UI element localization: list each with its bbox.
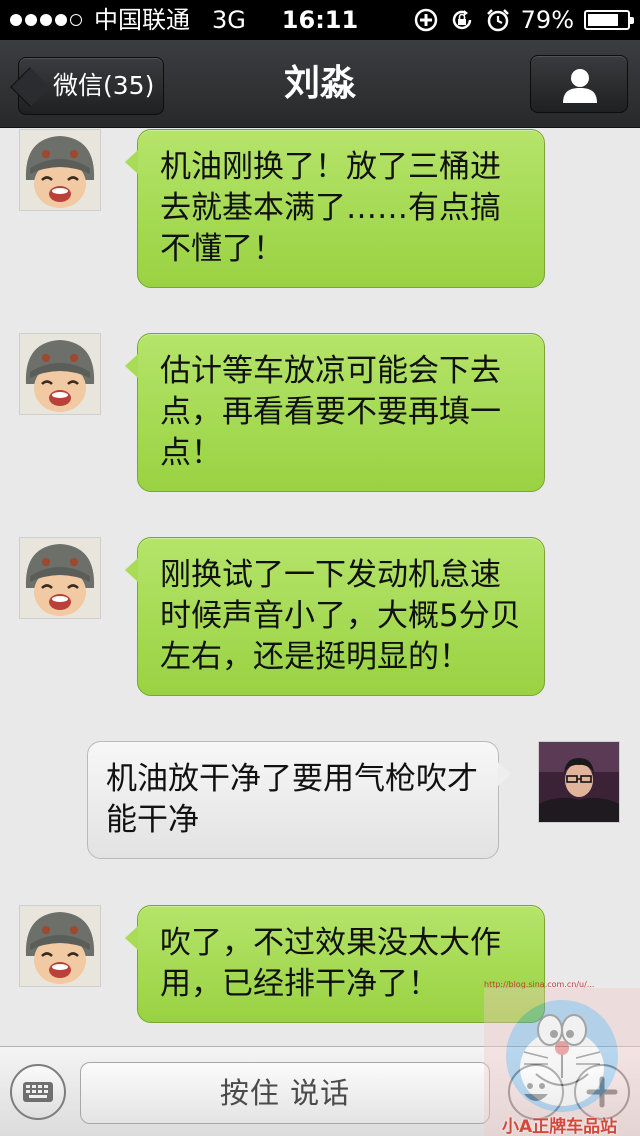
back-arrow-icon — [10, 67, 50, 107]
location-icon — [414, 8, 437, 32]
baby-avatar-image — [20, 130, 100, 210]
message-row: 刚换试了一下发动机怠速时候声音小了，大概5分贝左右，还是挺明显的！ — [0, 537, 640, 707]
keyboard-icon — [23, 1082, 53, 1102]
message-row: 吹了，不过效果没太大作用，已经排干净了！ — [0, 905, 640, 1045]
my-avatar[interactable] — [538, 741, 620, 823]
battery-percent: 79% — [520, 6, 574, 34]
incoming-message-bubble[interactable]: 吹了，不过效果没太大作用，已经排干净了！ — [125, 905, 545, 1023]
baby-avatar-image — [20, 334, 100, 414]
emoji-button[interactable] — [508, 1064, 564, 1120]
input-toolbar: 按住 说话 — [0, 1046, 640, 1136]
incoming-message-bubble[interactable]: 估计等车放凉可能会下去点，再看看要不要再填一点！ — [125, 333, 545, 492]
status-right: 79% — [413, 0, 634, 40]
more-options-button[interactable] — [574, 1064, 630, 1120]
outgoing-message-bubble[interactable]: 机油放干净了要用气枪吹才能干净 — [87, 741, 511, 859]
bubble-tail — [125, 558, 138, 582]
user-photo-avatar-image — [539, 742, 619, 822]
message-text: 吹了，不过效果没太大作用，已经排干净了！ — [160, 925, 501, 1002]
smiley-icon — [524, 1083, 548, 1101]
status-bar: 中国联通 3G 16:11 79% — [0, 0, 640, 40]
keyboard-toggle-button[interactable] — [10, 1064, 66, 1120]
contact-avatar[interactable] — [19, 333, 101, 415]
contact-avatar[interactable] — [19, 905, 101, 987]
bubble-tail — [125, 150, 138, 174]
alarm-icon — [486, 9, 509, 32]
back-button-label: 微信(35) — [53, 71, 155, 100]
hold-to-talk-button[interactable]: 按住 说话 — [80, 1062, 490, 1124]
nav-bar: 微信(35) 刘淼 — [0, 40, 640, 128]
back-button[interactable]: 微信(35) — [10, 57, 164, 115]
bubble-tail — [125, 926, 138, 950]
plus-icon — [586, 1076, 618, 1108]
person-icon — [563, 69, 597, 103]
chat-area[interactable]: 机油刚换了！放了三桶进去就基本满了……有点搞不懂了！ 估计等车放凉可能会下去点，… — [0, 129, 640, 1046]
battery-icon — [584, 10, 634, 30]
contact-avatar[interactable] — [19, 129, 101, 211]
contact-avatar[interactable] — [19, 537, 101, 619]
bubble-tail — [125, 354, 138, 378]
message-text: 机油放干净了要用气枪吹才能干净 — [106, 761, 478, 838]
contact-profile-button[interactable] — [530, 55, 628, 113]
baby-avatar-image — [20, 538, 100, 618]
message-row: 估计等车放凉可能会下去点，再看看要不要再填一点！ — [0, 333, 640, 503]
message-row: 机油放干净了要用气枪吹才能干净 — [0, 741, 640, 871]
message-text: 估计等车放凉可能会下去点，再看看要不要再填一点！ — [160, 353, 501, 471]
message-text: 机油刚换了！放了三桶进去就基本满了……有点搞不懂了！ — [160, 149, 501, 267]
rotation-lock-icon — [452, 10, 471, 30]
incoming-message-bubble[interactable]: 机油刚换了！放了三桶进去就基本满了……有点搞不懂了！ — [125, 129, 545, 288]
baby-avatar-image — [20, 906, 100, 986]
message-row: 机油刚换了！放了三桶进去就基本满了……有点搞不懂了！ — [0, 129, 640, 299]
battery-level — [588, 14, 618, 26]
incoming-message-bubble[interactable]: 刚换试了一下发动机怠速时候声音小了，大概5分贝左右，还是挺明显的！ — [125, 537, 545, 696]
bubble-tail — [498, 762, 511, 786]
message-text: 刚换试了一下发动机怠速时候声音小了，大概5分贝左右，还是挺明显的！ — [160, 557, 521, 675]
